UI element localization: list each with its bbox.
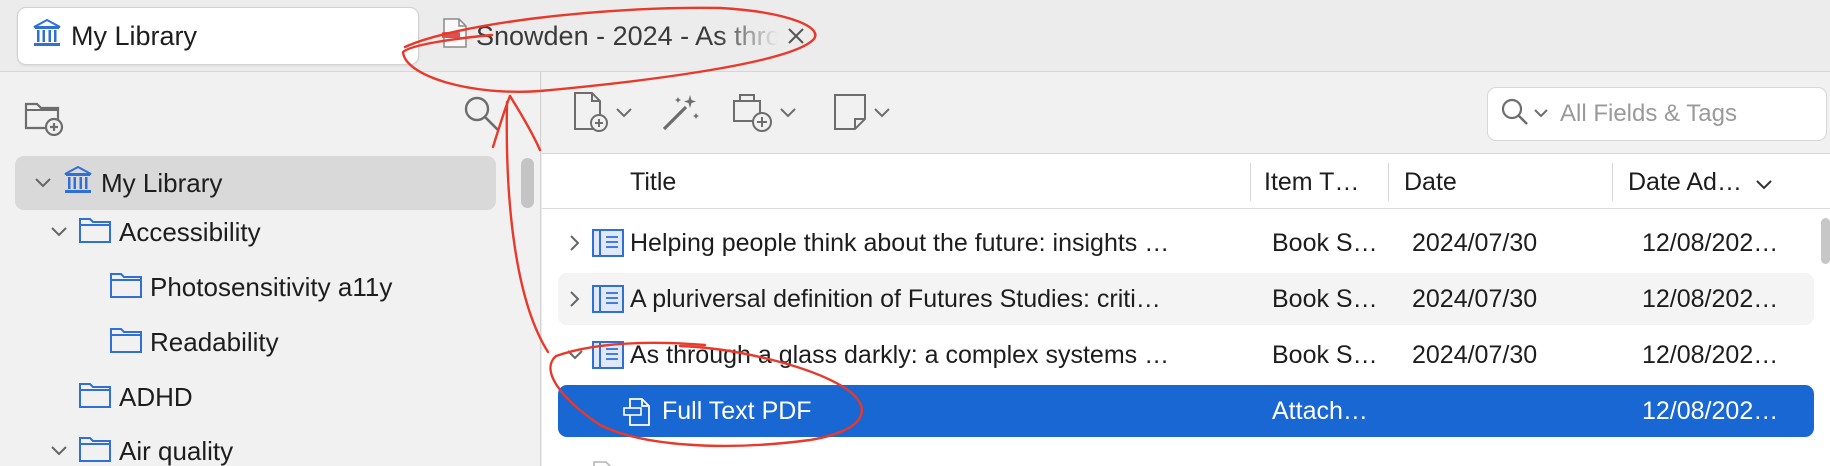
column-title[interactable]: Title xyxy=(630,155,676,209)
folder-icon xyxy=(79,215,119,250)
table-row[interactable]: A pluriversal definition of Futures Stud… xyxy=(558,273,1814,325)
items-scrollbar[interactable] xyxy=(1821,218,1830,264)
items-toolbar xyxy=(542,72,1830,154)
item-date: 2024/07/30 xyxy=(1412,228,1538,257)
chevron-right-icon[interactable] xyxy=(558,273,592,325)
folder-icon xyxy=(110,270,150,305)
column-date[interactable]: Date xyxy=(1404,155,1457,209)
magic-wand-icon xyxy=(660,91,702,138)
book-section-icon xyxy=(592,273,626,325)
sort-descending-icon xyxy=(1756,168,1772,197)
item-date-added: 12/08/202… xyxy=(1642,340,1779,369)
tab-my-library-label: My Library xyxy=(71,20,198,51)
column-resizer[interactable] xyxy=(1612,163,1613,201)
chevron-down-icon[interactable] xyxy=(558,329,592,381)
column-date-added-label: Date Ad… xyxy=(1628,167,1742,196)
item-date-added: 12/08/202… xyxy=(1642,396,1779,425)
folder-icon xyxy=(79,380,119,415)
folder-icon xyxy=(110,325,150,360)
collection-search-icon[interactable] xyxy=(462,94,502,139)
items-search-box[interactable] xyxy=(1487,87,1827,141)
collection-adhd[interactable]: ADHD xyxy=(79,370,193,424)
chevron-right-icon[interactable] xyxy=(558,217,592,269)
chevron-down-icon[interactable] xyxy=(47,227,71,237)
add-attachment-icon xyxy=(732,91,774,138)
item-title: Full Text PDF xyxy=(662,396,812,425)
collection-label: My Library xyxy=(101,167,223,198)
item-date xyxy=(1412,385,1612,437)
book-section-icon xyxy=(592,217,626,269)
item-date: 2024/07/30 xyxy=(1412,284,1538,313)
item-title: Helping people think about the future: i… xyxy=(630,228,1170,257)
item-date: 2024/07/30 xyxy=(1412,340,1538,369)
folder-icon xyxy=(79,434,119,466)
collection-accessibility[interactable]: Accessibility xyxy=(47,205,261,259)
collection-readability[interactable]: Readability xyxy=(110,315,279,369)
collection-my-library[interactable]: My Library xyxy=(15,156,496,210)
new-item-button[interactable] xyxy=(572,91,632,138)
tab-document[interactable]: Snowden - 2024 - As through a glass dark… xyxy=(438,7,818,65)
collection-label: ADHD xyxy=(119,381,193,412)
chevron-down-icon xyxy=(874,105,890,123)
chevron-down-icon[interactable] xyxy=(47,446,71,456)
collection-label: Photosensitivity a11y xyxy=(150,271,393,302)
document-icon xyxy=(592,458,614,466)
item-title: A pluriversal definition of Futures Stud… xyxy=(630,284,1161,313)
search-input[interactable] xyxy=(1560,100,1800,128)
collection-air-quality[interactable]: Air quality xyxy=(47,424,233,466)
collections-pane: My Library Accessibility Photosensitivit… xyxy=(0,72,541,466)
table-row[interactable]: As through a glass darkly: a complex sys… xyxy=(558,329,1814,381)
new-note-button[interactable] xyxy=(832,92,890,136)
item-date-added: 12/08/202… xyxy=(1642,228,1779,257)
tab-bar: My Library Snowden - 2024 - As through a… xyxy=(0,0,1830,72)
item-title: As through a glass darkly: a complex sys… xyxy=(630,340,1170,369)
collection-photosensitivity[interactable]: Photosensitivity a11y xyxy=(110,260,392,314)
library-icon xyxy=(63,165,101,202)
column-item-type[interactable]: Item T… xyxy=(1264,155,1359,209)
library-icon xyxy=(32,18,71,55)
note-icon xyxy=(832,91,868,138)
collection-label: Readability xyxy=(150,326,279,357)
chevron-down-icon xyxy=(780,105,796,123)
chevron-down-icon[interactable] xyxy=(31,178,55,188)
table-row-selected[interactable]: Full Text PDF Attach… 12/08/202… xyxy=(558,385,1814,437)
tab-document-label: Snowden - 2024 - As through a glass dark… xyxy=(476,20,778,51)
tab-my-library[interactable]: My Library xyxy=(17,7,419,65)
pdf-icon xyxy=(442,17,468,55)
collection-label: Air quality xyxy=(119,435,234,466)
item-type: Attach… xyxy=(1272,396,1368,425)
add-attachment-button[interactable] xyxy=(732,92,796,136)
column-date-added[interactable]: Date Ad… xyxy=(1628,155,1772,209)
new-item-icon xyxy=(572,91,610,138)
column-item-type-label: Item T… xyxy=(1264,167,1360,196)
item-type: Book S… xyxy=(1272,340,1378,369)
item-type: Book S… xyxy=(1272,284,1378,313)
column-title-label: Title xyxy=(630,167,677,196)
column-resizer[interactable] xyxy=(1250,163,1251,201)
collections-scrollbar[interactable] xyxy=(521,158,534,208)
pdf-attachment-icon xyxy=(622,385,656,437)
items-pane: Title Item T… Date Date Ad… Helping peop… xyxy=(542,72,1830,466)
add-by-identifier-button[interactable] xyxy=(660,92,702,136)
item-type: Book S… xyxy=(1272,228,1378,257)
search-icon[interactable] xyxy=(1500,97,1534,132)
table-row[interactable]: Helping people think about the future: i… xyxy=(558,217,1814,269)
close-icon[interactable] xyxy=(784,24,808,48)
collection-label: Accessibility xyxy=(119,216,261,247)
column-date-label: Date xyxy=(1404,167,1457,196)
chevron-down-icon xyxy=(616,105,632,123)
chevron-down-icon[interactable] xyxy=(1534,105,1548,123)
item-date-added: 12/08/202… xyxy=(1642,284,1779,313)
items-table-header: Title Item T… Date Date Ad… xyxy=(542,155,1830,209)
column-resizer[interactable] xyxy=(1388,163,1389,201)
new-collection-icon[interactable] xyxy=(24,96,64,141)
book-section-icon xyxy=(592,329,626,381)
